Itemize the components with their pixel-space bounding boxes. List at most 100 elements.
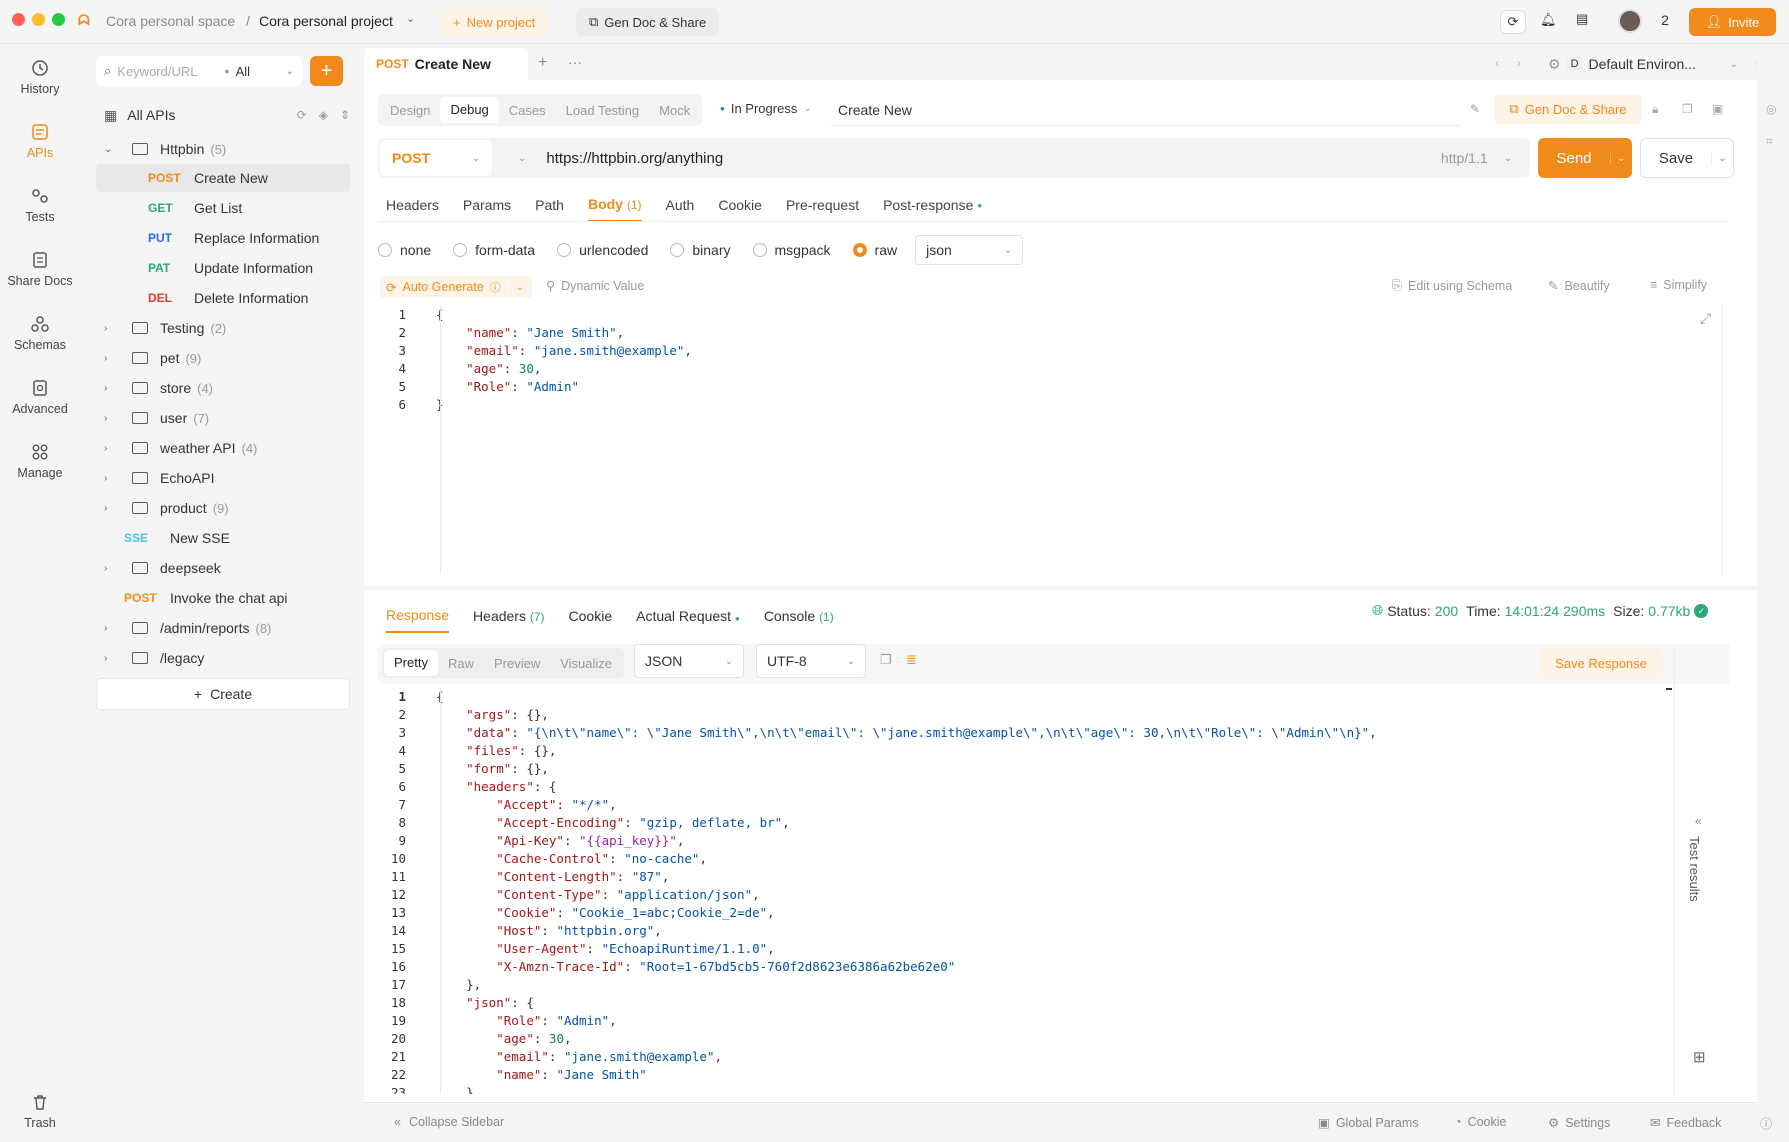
avatar[interactable] — [1618, 9, 1642, 33]
settings-button[interactable]: ⚙︎ Settings — [1548, 1115, 1610, 1131]
copy-icon[interactable]: ❐ — [1682, 102, 1693, 116]
radio-form-data[interactable]: form-data — [453, 242, 535, 258]
feedback-button[interactable]: ✉︎ Feedback — [1650, 1115, 1721, 1131]
view-pretty[interactable]: Pretty — [384, 650, 438, 676]
tab-response-headers[interactable]: Headers (7) — [473, 608, 544, 624]
tab-headers[interactable]: Headers — [386, 197, 439, 213]
all-apis-row[interactable]: ▦ All APIs ⟳ ◈ ⇕ — [104, 104, 350, 126]
encoding-select[interactable]: UTF-8 ⌄ — [756, 644, 866, 678]
nav-share-docs[interactable]: Share Docs — [0, 250, 80, 288]
new-project-button[interactable]: + New project — [440, 8, 549, 36]
folder-deepseek[interactable]: › deepseek — [96, 554, 350, 582]
nav-tests[interactable]: Tests — [0, 186, 80, 224]
simplify-button[interactable]: ≡ Simplify — [1650, 278, 1707, 292]
gen-doc-share-button[interactable]: ⧉ Gen Doc & Share — [576, 8, 720, 36]
help-icon[interactable]: ⓘ — [1760, 1115, 1772, 1132]
editor-scrollbar[interactable] — [1722, 306, 1730, 574]
folder-legacy[interactable]: › /legacy — [96, 644, 350, 672]
project-name[interactable]: Cora personal project — [259, 13, 393, 29]
search-box[interactable]: ⌕ Keyword/URL ● All ⌄ — [96, 56, 302, 86]
collapse-all-icon[interactable]: ⇕ — [340, 108, 350, 122]
folder-product[interactable]: › product (9) — [96, 494, 350, 522]
notes-icon[interactable]: ▤ — [1576, 11, 1588, 27]
endpoint-invoke-chat-api[interactable]: POST Invoke the chat api — [96, 584, 350, 612]
folder-testing[interactable]: › Testing (2) — [96, 314, 350, 342]
tab-path[interactable]: Path — [535, 197, 564, 213]
nav-apis[interactable]: APIs — [0, 122, 80, 160]
workspace-name[interactable]: Cora personal space — [106, 13, 235, 29]
chevron-down-icon[interactable]: ⌄ — [518, 153, 526, 164]
add-api-button[interactable]: + — [310, 56, 343, 86]
folder-httpbin[interactable]: ⌄ Httpbin (5) — [96, 135, 350, 163]
archive-icon[interactable]: ▣ — [1712, 102, 1723, 116]
maximize-window-button[interactable] — [52, 13, 65, 26]
code-icon[interactable]: ⌗ — [1766, 134, 1773, 149]
tab-console[interactable]: Console (1) — [764, 608, 834, 624]
tab-create-new[interactable]: POST Create New — [364, 48, 528, 80]
beautify-button[interactable]: ✎ Beautify — [1548, 278, 1610, 294]
endpoint-replace-information[interactable]: PUT Replace Information — [96, 224, 350, 252]
endpoint-delete-information[interactable]: DEL Delete Information — [96, 284, 350, 312]
mode-debug[interactable]: Debug — [440, 97, 499, 123]
create-button[interactable]: + Create — [96, 678, 350, 710]
global-params-button[interactable]: ▣ Global Params — [1318, 1115, 1419, 1131]
chevron-down-icon[interactable]: ⌄ — [406, 12, 415, 25]
sync-icon[interactable]: ⟳ — [1500, 10, 1526, 34]
mode-mock[interactable]: Mock — [649, 103, 700, 118]
send-button[interactable]: Send ⌄ — [1538, 138, 1632, 178]
nav-advanced[interactable]: Advanced — [0, 378, 80, 416]
add-tab-icon[interactable]: + — [538, 54, 547, 72]
tab-actual-request[interactable]: Actual Request ● — [636, 608, 740, 624]
save-options-chevron-icon[interactable]: ⌄ — [1711, 152, 1733, 164]
edit-icon[interactable]: ✎ — [1470, 102, 1480, 116]
mode-cases[interactable]: Cases — [499, 103, 556, 118]
tab-params[interactable]: Params — [463, 197, 511, 213]
auto-generate-button[interactable]: ⟳ Auto Generate ⓘ ⌄ — [380, 276, 533, 298]
response-body-viewer[interactable]: 1{ 2 "args": {}, 3 "data": "{\n\t\"name\… — [386, 688, 1674, 1094]
save-button[interactable]: Save ⌄ — [1640, 138, 1734, 178]
response-format-select[interactable]: JSON ⌄ — [634, 644, 744, 678]
filter-select[interactable]: All — [236, 64, 280, 79]
tab-cookie[interactable]: Cookie — [718, 197, 762, 213]
folder-store[interactable]: › store (4) — [96, 374, 350, 402]
radio-msgpack[interactable]: msgpack — [752, 242, 831, 258]
invite-button[interactable]: 👤︎ Invite — [1689, 8, 1776, 36]
endpoint-update-information[interactable]: PAT Update Information — [96, 254, 350, 282]
endpoint-create-new[interactable]: POST Create New — [96, 164, 350, 192]
endpoint-new-sse[interactable]: SSE New SSE — [96, 524, 350, 552]
tab-pre-request[interactable]: Pre-request — [786, 197, 859, 213]
tab-response-cookie[interactable]: Cookie — [569, 608, 613, 624]
wrap-lines-icon[interactable]: ≣ — [906, 652, 917, 668]
radio-binary[interactable]: binary — [670, 242, 731, 258]
url-input[interactable]: https://httpbin.org/anything — [546, 150, 1441, 167]
tab-post-response[interactable]: Post-response — [883, 197, 973, 213]
refresh-icon[interactable]: ⟳ — [297, 108, 307, 122]
info-icon[interactable]: ◎ — [1766, 102, 1776, 116]
view-raw[interactable]: Raw — [438, 656, 484, 671]
nav-history[interactable]: History — [0, 58, 80, 96]
split-handle[interactable] — [364, 586, 1757, 590]
radio-raw[interactable]: raw — [852, 242, 897, 258]
nav-schemas[interactable]: Schemas — [0, 314, 80, 352]
nav-trash[interactable]: Trash — [0, 1092, 80, 1130]
folder-weather-api[interactable]: › weather API (4) — [96, 434, 350, 462]
radio-none[interactable]: none — [378, 242, 431, 258]
method-select[interactable]: POST ⌄ — [380, 140, 492, 176]
request-body-editor[interactable]: 1{ 2 "name": "Jane Smith", 3 "email": "j… — [386, 306, 1726, 574]
tab-body[interactable]: Body (1) — [587, 196, 642, 222]
folder-admin-reports[interactable]: › /admin/reports (8) — [96, 614, 350, 642]
environment-select[interactable]: ⚙︎ D Default Environ... ⌄ — [1548, 50, 1738, 78]
test-results-label[interactable]: Test results — [1687, 836, 1702, 902]
expand-icon[interactable]: ⤢ — [1700, 310, 1711, 327]
arrow-left-icon[interactable]: ‹ — [1495, 56, 1499, 70]
lock-icon[interactable]: 🔒︎ — [1652, 102, 1658, 117]
search-input[interactable]: Keyword/URL — [117, 64, 218, 79]
edit-schema-button[interactable]: ⎘ Edit using Schema — [1392, 278, 1512, 293]
view-visualize[interactable]: Visualize — [550, 656, 622, 671]
locate-icon[interactable]: ◈ — [319, 108, 328, 122]
dynamic-value-button[interactable]: ⚲ Dynamic Value — [546, 278, 644, 294]
body-format-select[interactable]: json ⌄ — [915, 235, 1024, 265]
status-select[interactable]: ● In Progress ⌄ — [720, 101, 812, 116]
send-options-chevron-icon[interactable]: ⌄ — [1610, 152, 1632, 164]
bell-icon[interactable]: 🔔︎ — [1540, 12, 1557, 28]
